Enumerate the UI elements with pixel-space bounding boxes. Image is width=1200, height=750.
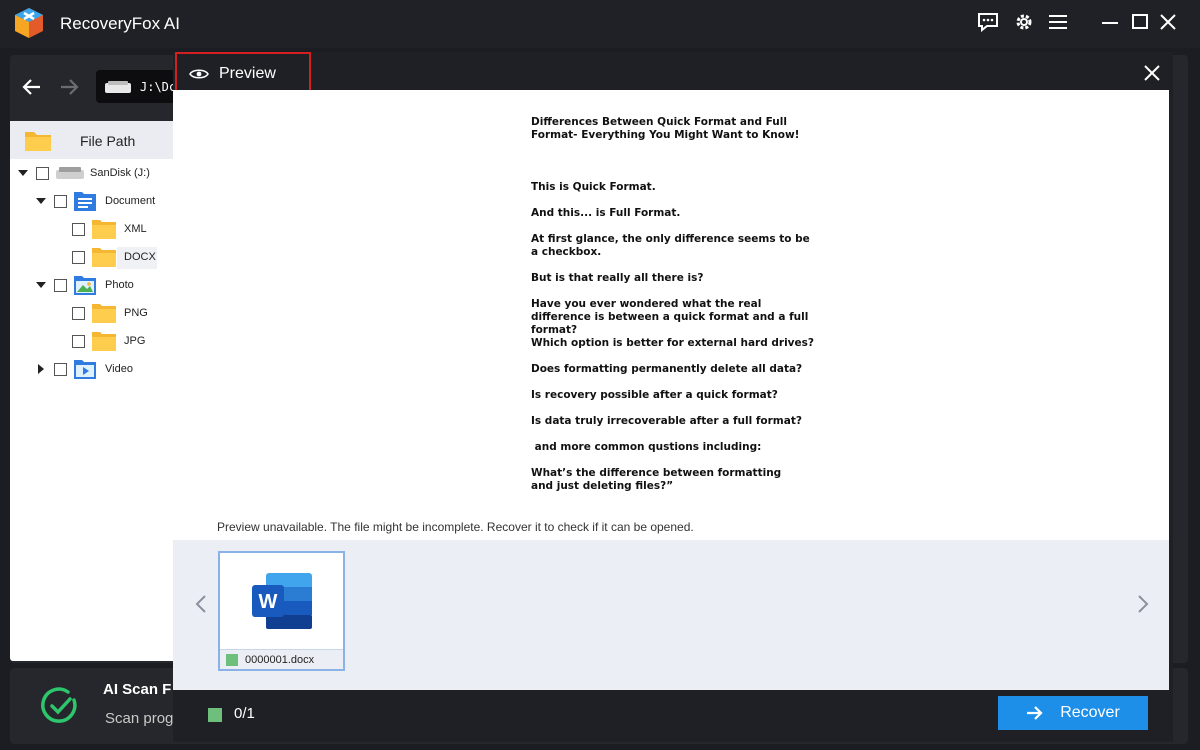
doc-line: This is Quick Format. bbox=[531, 181, 656, 193]
forward-arrow-icon[interactable] bbox=[56, 74, 82, 100]
thumbnail-strip: W 0000001.docx bbox=[173, 540, 1169, 690]
checkbox[interactable] bbox=[72, 222, 85, 236]
doc-line: Which option is better for external hard… bbox=[531, 337, 814, 349]
tree-item-photo[interactable]: Photo bbox=[36, 274, 134, 296]
document-preview-area: Differences Between Quick Format and Ful… bbox=[173, 90, 1169, 540]
caret-right-icon[interactable] bbox=[36, 364, 46, 374]
feedback-icon[interactable] bbox=[976, 10, 1000, 34]
tree-label: DOCX bbox=[124, 251, 156, 263]
tree-label: PNG bbox=[124, 307, 148, 319]
folder-icon bbox=[92, 220, 116, 239]
doc-line: But is that really all there is? bbox=[531, 272, 704, 284]
drive-icon bbox=[56, 167, 84, 179]
file-path-header[interactable]: File Path bbox=[10, 121, 178, 159]
tree-item-png[interactable]: PNG bbox=[72, 302, 148, 324]
status-dot bbox=[226, 653, 238, 666]
tree-label: Photo bbox=[105, 279, 134, 291]
tree-label: SanDisk (J:) bbox=[90, 167, 150, 179]
back-arrow-icon[interactable] bbox=[19, 74, 45, 100]
drive-icon bbox=[105, 80, 131, 93]
file-path-label: File Path bbox=[80, 133, 136, 149]
file-thumbnail[interactable]: W 0000001.docx bbox=[218, 551, 345, 671]
selection-indicator bbox=[208, 708, 222, 722]
tree-item-sandisk[interactable]: SanDisk (J:) bbox=[18, 162, 150, 184]
recover-button[interactable]: Recover bbox=[998, 696, 1148, 730]
scan-status-title: AI Scan F bbox=[103, 681, 172, 698]
prev-arrow-icon[interactable] bbox=[191, 590, 211, 618]
doc-line: Have you ever wondered what the real dif… bbox=[531, 298, 809, 336]
recover-button-label: Recover bbox=[1060, 704, 1120, 721]
tree-label: Video bbox=[105, 363, 133, 375]
preview-dialog: Preview Differences Between Quick Format… bbox=[173, 52, 1173, 742]
maximize-icon[interactable] bbox=[1128, 10, 1152, 34]
checkbox[interactable] bbox=[54, 362, 67, 376]
doc-heading: Differences Between Quick Format and Ful… bbox=[531, 116, 800, 141]
tree-item-document[interactable]: Document bbox=[36, 190, 155, 212]
caret-down-icon[interactable] bbox=[36, 196, 46, 206]
doc-line: At first glance, the only difference see… bbox=[531, 233, 810, 258]
checkbox[interactable] bbox=[54, 194, 67, 208]
doc-line: Is data truly irrecoverable after a full… bbox=[531, 415, 802, 427]
preview-tab-label: Preview bbox=[219, 65, 276, 82]
scan-status-subtitle: Scan prog bbox=[105, 710, 174, 727]
checkbox[interactable] bbox=[72, 334, 85, 348]
tree-item-video[interactable]: Video bbox=[36, 358, 133, 380]
video-folder-icon bbox=[74, 360, 96, 379]
file-path-panel: File Path SanDisk (J:) Document XML DOCX… bbox=[10, 121, 178, 661]
doc-line: Is recovery possible after a quick forma… bbox=[531, 389, 778, 401]
svg-text:W: W bbox=[259, 591, 278, 613]
folder-icon bbox=[92, 304, 116, 323]
close-window-icon[interactable] bbox=[1156, 10, 1180, 34]
doc-line: And this... is Full Format. bbox=[531, 207, 681, 219]
tree-item-docx[interactable]: DOCX bbox=[72, 246, 156, 268]
doc-line: Does formatting permanently delete all d… bbox=[531, 363, 803, 375]
doc-line: What’s the difference between formatting… bbox=[531, 467, 782, 492]
preview-dialog-header: Preview bbox=[173, 52, 1173, 96]
preview-unavailable-message: Preview unavailable. The file might be i… bbox=[217, 520, 694, 534]
eye-icon bbox=[189, 69, 209, 79]
checkbox[interactable] bbox=[72, 306, 85, 320]
folder-icon bbox=[92, 248, 116, 267]
next-arrow-icon[interactable] bbox=[1133, 590, 1153, 618]
caret-down-icon[interactable] bbox=[36, 280, 46, 290]
menu-icon[interactable] bbox=[1046, 10, 1070, 34]
app-logo-icon bbox=[15, 8, 43, 38]
caret-down-icon[interactable] bbox=[18, 168, 28, 178]
thumbnail-filename: 0000001.docx bbox=[245, 653, 315, 666]
tree-item-jpg[interactable]: JPG bbox=[72, 330, 145, 352]
check-circle-icon bbox=[41, 687, 77, 723]
tree-label: JPG bbox=[124, 335, 146, 347]
tree-item-xml[interactable]: XML bbox=[72, 218, 147, 240]
document-folder-icon bbox=[74, 192, 96, 211]
path-text: J:\Dc bbox=[140, 79, 177, 94]
arrow-right-icon bbox=[1027, 706, 1043, 720]
settings-gear-icon[interactable] bbox=[1012, 10, 1036, 34]
photo-folder-icon bbox=[74, 276, 96, 295]
checkbox[interactable] bbox=[54, 278, 67, 292]
minimize-icon[interactable] bbox=[1098, 10, 1122, 34]
title-bar: RecoveryFox AI bbox=[0, 0, 1200, 48]
checkbox[interactable] bbox=[36, 166, 49, 180]
doc-line: and more common qustions including: bbox=[531, 441, 762, 453]
selection-count: 0/1 bbox=[234, 705, 255, 722]
app-title: RecoveryFox AI bbox=[60, 14, 180, 33]
tree-label: Document bbox=[105, 195, 156, 207]
checkbox[interactable] bbox=[72, 250, 85, 264]
close-dialog-icon[interactable] bbox=[1141, 62, 1163, 84]
thumbnail-filename-bar: 0000001.docx bbox=[220, 649, 343, 669]
word-icon: W bbox=[252, 573, 312, 629]
tree-label: XML bbox=[124, 223, 147, 235]
folder-icon bbox=[92, 332, 116, 351]
folder-icon bbox=[25, 132, 51, 151]
preview-dialog-footer: 0/1 Recover bbox=[173, 690, 1173, 742]
